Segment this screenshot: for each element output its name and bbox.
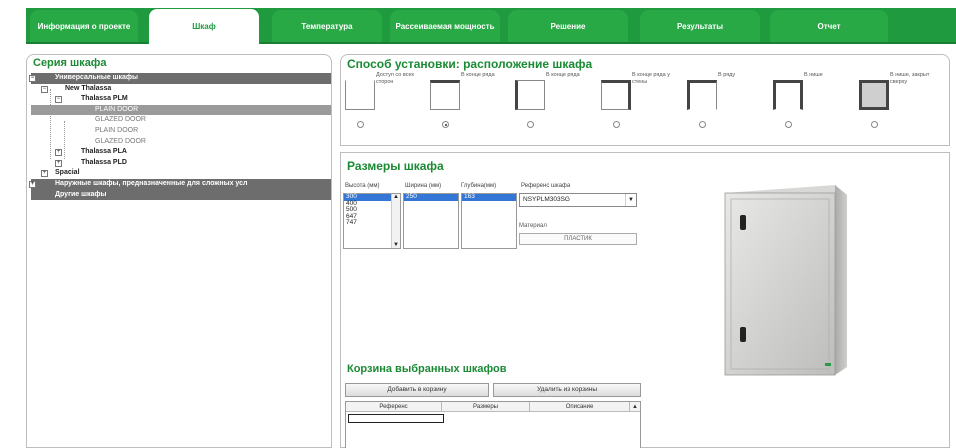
height-scrollbar[interactable]: ▲ ▼ [391, 194, 400, 248]
tab-bar: Информация о проекте Шкаф Температура Ра… [0, 0, 956, 44]
tree-item-other[interactable]: Другие шкафы [31, 189, 331, 201]
mounting-radio[interactable] [527, 121, 534, 128]
expand-icon[interactable]: + [55, 159, 62, 167]
tree-item-spacial[interactable]: + Spacial [31, 168, 331, 179]
remove-from-basket-button[interactable]: Удалить из корзины [493, 383, 641, 397]
cabinet-position-icon [515, 80, 545, 110]
mounting-radio[interactable] [871, 121, 878, 128]
height-listbox[interactable]: 300 400 500 647 747 ▲ ▼ [343, 193, 401, 249]
mounting-radio[interactable] [613, 121, 620, 128]
basket-title: Корзина выбранных шкафов [347, 363, 507, 375]
width-column-label: Ширина (мм) [405, 183, 442, 189]
mounting-radio[interactable] [699, 121, 706, 128]
mounting-option-row-end[interactable]: В конце ряда [428, 72, 512, 142]
mounting-option-row-end-wall[interactable]: В конце ряда у стены [599, 72, 683, 142]
expand-icon[interactable]: + [41, 170, 48, 178]
mounting-radio[interactable] [442, 121, 449, 128]
cabinet-position-icon [430, 80, 460, 110]
cabinet-position-icon [345, 80, 375, 110]
depth-option[interactable]: 163 [462, 193, 516, 201]
tree-item-outdoor[interactable]: + Наружные шкафы, предназначенные для сл… [29, 178, 331, 190]
tree-item-thalassa-plm[interactable]: − Thalassa PLM [31, 94, 331, 105]
column-header-description[interactable]: Описание [530, 402, 630, 412]
tab-report[interactable]: Отчет [770, 10, 888, 42]
mounting-option-all-sides[interactable]: Доступ со всех сторон [343, 72, 427, 142]
expand-icon[interactable]: + [55, 149, 62, 157]
reference-select[interactable]: NSYPLM303SG ▼ [519, 193, 637, 207]
width-listbox[interactable]: 250 [403, 193, 459, 249]
add-to-basket-button[interactable]: Добавить в корзину [345, 383, 489, 397]
material-field: ПЛАСТИК [519, 233, 637, 245]
reference-label: Референс шкафа [521, 183, 571, 189]
basket-table: Референс Размеры Описание ▲ [345, 401, 641, 448]
mounting-option-niche-covered[interactable]: В нише, закрыт сверху [857, 72, 941, 142]
depth-column-label: Глубина(мм) [461, 183, 497, 189]
sizes-panel: Размеры шкафа Высота (мм) Ширина (мм) Гл… [340, 152, 950, 448]
cabinet-position-icon [687, 80, 717, 110]
tree-item-plain-door[interactable]: PLAIN DOOR [31, 104, 331, 116]
tree-item-thalassa-pld[interactable]: + Thalassa PLD [31, 158, 331, 169]
mounting-option-in-row[interactable]: В ряду [685, 72, 769, 142]
scroll-up-icon[interactable]: ▲ [630, 402, 640, 412]
column-header-reference[interactable]: Референс [346, 402, 442, 412]
column-header-sizes[interactable]: Размеры [442, 402, 530, 412]
tab-project-info[interactable]: Информация о проекте [30, 10, 138, 42]
mounting-option-niche[interactable]: В нише [771, 72, 855, 142]
collapse-icon[interactable]: − [41, 85, 48, 93]
scroll-down-icon[interactable]: ▼ [392, 242, 400, 248]
mounting-radio[interactable] [785, 121, 792, 128]
cabinet-image [724, 185, 847, 376]
mounting-radio[interactable] [357, 121, 364, 128]
depth-listbox[interactable]: 163 [461, 193, 517, 249]
mounting-title: Способ установки: расположение шкафа [347, 57, 593, 71]
cabinet-position-icon [859, 80, 889, 110]
basket-row-input[interactable] [348, 414, 444, 423]
series-panel: Серия шкафа − Универсальные шкафы − New … [26, 54, 332, 448]
width-option[interactable]: 250 [404, 193, 458, 201]
material-label: Материал [519, 223, 547, 229]
tree-item-universal[interactable]: − Универсальные шкафы [29, 73, 331, 84]
series-title: Серия шкафа [33, 57, 107, 69]
mounting-option-row-end-2[interactable]: В конце ряда [513, 72, 597, 142]
tab-cabinet[interactable]: Шкаф [148, 8, 260, 44]
scroll-up-icon[interactable]: ▲ [392, 194, 400, 200]
sizes-title: Размеры шкафа [347, 159, 444, 173]
tab-dissipated-power[interactable]: Рассеиваемая мощность [390, 10, 500, 42]
tab-results[interactable]: Результаты [640, 10, 760, 42]
cabinet-position-icon [601, 80, 631, 110]
chevron-down-icon[interactable]: ▼ [625, 194, 636, 206]
tab-temperature[interactable]: Температура [272, 10, 382, 42]
tree-item-new-thalassa[interactable]: − New Thalassa [31, 84, 331, 95]
reference-value: NSYPLM303SG [523, 196, 570, 203]
tree-item-glazed-door[interactable]: GLAZED DOOR [31, 137, 331, 148]
tree-item-thalassa-pla[interactable]: + Thalassa PLA [31, 147, 331, 158]
mounting-panel: Способ установки: расположение шкафа Дос… [340, 54, 950, 146]
tree-item-plain-door[interactable]: PLAIN DOOR [31, 126, 331, 137]
series-tree: − Универсальные шкафы − New Thalassa − T… [29, 73, 331, 201]
tree-item-glazed-door[interactable]: GLAZED DOOR [31, 115, 331, 126]
collapse-icon[interactable]: − [29, 75, 36, 82]
height-column-label: Высота (мм) [345, 183, 380, 189]
collapse-icon[interactable]: − [55, 96, 62, 104]
expand-icon[interactable]: + [29, 180, 36, 188]
cabinet-position-icon [773, 80, 803, 110]
tab-solution[interactable]: Решение [508, 10, 628, 42]
